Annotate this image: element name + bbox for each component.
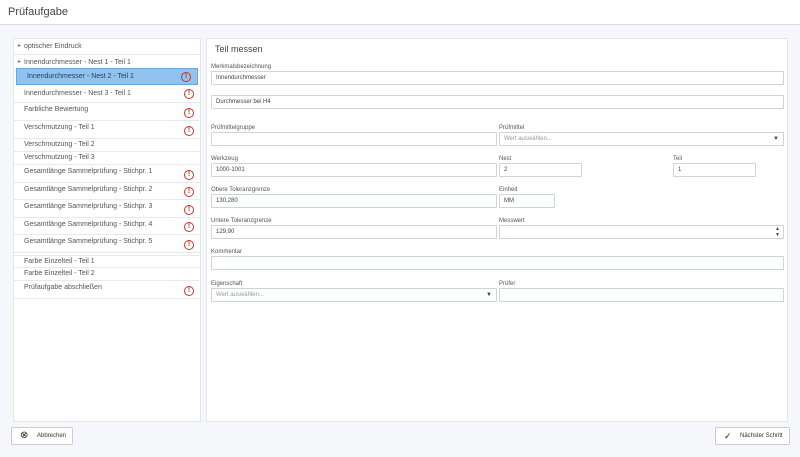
nest-label: Nest	[499, 156, 512, 162]
list-item-label: Gesamtlänge Sammelprüfung - Stichpr. 1	[24, 168, 153, 175]
list-item-label: Innendurchmesser - Nest 2 - Teil 1	[27, 73, 134, 80]
warning-circle-icon: !	[184, 89, 194, 99]
list-item[interactable]: Gesamtlänge Sammelprüfung - Stichpr. 4 !	[14, 218, 200, 235]
warning-circle-icon: !	[184, 205, 194, 215]
pruefmittel-label: Prüfmittel	[499, 125, 525, 131]
warning-circle-icon: !	[184, 187, 194, 197]
warning-circle-icon: !	[184, 286, 194, 296]
list-item[interactable]: Gesamtlänge Sammelprüfung - Stichpr. 2 !	[14, 183, 200, 200]
next-step-button[interactable]: ✓ Nächster Schritt	[715, 427, 790, 445]
title-bar: Prüfaufgabe	[0, 0, 800, 25]
eigenschaft-label: Eigenschaft	[211, 281, 243, 287]
kommentar-field[interactable]	[211, 256, 784, 270]
list-item[interactable]: Prüfaufgabe abschließen !	[14, 281, 200, 299]
pruefmittelgruppe-field[interactable]	[211, 132, 497, 146]
list-item-label: Innendurchmesser - Nest 3 - Teil 1	[24, 90, 131, 97]
pruefmittelgruppe-label: Prüfmittelgruppe	[211, 125, 256, 131]
form-title: Teil messen	[215, 44, 263, 54]
cancel-circle-icon: ⊗	[20, 430, 29, 441]
warning-circle-icon: !	[184, 222, 194, 232]
list-item-label: Farbliche Bewertung	[24, 106, 89, 113]
pruefer-label: Prüfer	[499, 281, 516, 287]
pruefer-field[interactable]	[499, 288, 784, 302]
list-item-label: Verschmutzung - Teil 1	[24, 124, 95, 131]
warning-circle-icon: !	[184, 240, 194, 250]
list-item-label: Farbe Einzelteil - Teil 2	[24, 270, 95, 277]
list-item-label: Verschmutzung - Teil 3	[24, 154, 95, 161]
warning-circle-icon: !	[184, 170, 194, 180]
einheit-field[interactable]: MM	[499, 194, 555, 208]
warning-circle-icon: !	[181, 72, 191, 82]
list-item[interactable]: Verschmutzung - Teil 2	[14, 139, 200, 152]
list-item[interactable]: Farbe Einzelteil - Teil 1	[14, 255, 200, 268]
list-item[interactable]: Verschmutzung - Teil 3	[14, 152, 200, 165]
number-stepper-icon[interactable]: ▲ ▼	[775, 226, 780, 238]
list-item-label: Farbe Einzelteil - Teil 1	[24, 258, 95, 265]
messwert-input[interactable]: ▲ ▼	[499, 225, 784, 239]
list-item[interactable]: Gesamtlänge Sammelprüfung - Stichpr. 3 !	[14, 200, 200, 218]
list-item-label: Gesamtlänge Sammelprüfung - Stichpr. 5	[24, 238, 153, 245]
merkmal-field[interactable]: Innendurchmesser	[211, 71, 784, 85]
eigenschaft-select[interactable]: Wert auswählen... ▼	[211, 288, 497, 302]
list-item[interactable]: Farbliche Bewertung !	[14, 103, 200, 121]
chevron-right-icon: ▸	[18, 43, 22, 49]
obere-toleranzgrenze-field[interactable]: 130,280	[211, 194, 497, 208]
list-item[interactable]: Gesamtlänge Sammelprüfung - Stichpr. 1 !	[14, 165, 200, 183]
task-step-list: ▸ optischer Eindruck ▸ Innendurchmesser …	[13, 38, 201, 422]
list-item[interactable]: Verschmutzung - Teil 1 !	[14, 121, 200, 139]
warning-circle-icon: !	[184, 126, 194, 136]
untere-toleranzgrenze-field[interactable]: 129,90	[211, 225, 497, 239]
list-item-label: Gesamtlänge Sammelprüfung - Stichpr. 3	[24, 203, 153, 210]
obere-toleranzgrenze-label: Obere Toleranzgrenze	[211, 187, 271, 193]
list-item-label: Gesamtlänge Sammelprüfung - Stichpr. 2	[24, 186, 153, 193]
warning-circle-icon: !	[184, 108, 194, 118]
werkzeug-label: Werkzeug	[211, 156, 238, 162]
untere-toleranzgrenze-label: Untere Toleranzgrenze	[211, 218, 272, 224]
teil-label: Teil	[673, 156, 683, 162]
list-item-label: Gesamtlänge Sammelprüfung - Stichpr. 4	[24, 221, 153, 228]
checkmark-icon: ✓	[724, 431, 732, 441]
chevron-down-icon: ▼	[486, 292, 492, 298]
merkmal-description-field[interactable]: Durchmesser bei H4	[211, 95, 784, 109]
nest-field[interactable]: 2	[499, 163, 582, 177]
messwert-label: Messwert	[499, 218, 525, 224]
list-item[interactable]: Farbe Einzelteil - Teil 2	[14, 268, 200, 281]
measurement-form: Teil messen Merkmalsbezeichnung Innendur…	[206, 38, 788, 422]
chevron-down-icon: ▼	[773, 136, 779, 142]
pruefmittel-select[interactable]: Wert auswählen... ▼	[499, 132, 784, 146]
merkmal-label: Merkmalsbezeichnung	[211, 64, 272, 70]
list-item-selected[interactable]: Innendurchmesser - Nest 2 - Teil 1 !	[16, 68, 198, 85]
list-item[interactable]: ▸ optischer Eindruck	[14, 39, 200, 55]
list-item-label: Prüfaufgabe abschließen	[24, 284, 102, 291]
cancel-button[interactable]: ⊗ Abbrechen	[11, 427, 73, 445]
list-item[interactable]: Gesamtlänge Sammelprüfung - Stichpr. 5 !	[14, 235, 200, 253]
window-title: Prüfaufgabe	[8, 6, 68, 18]
teil-field[interactable]: 1	[673, 163, 756, 177]
list-item-label: Verschmutzung - Teil 2	[24, 141, 95, 148]
kommentar-label: Kommentar	[211, 249, 243, 255]
list-item-label: Innendurchmesser - Nest 1 - Teil 1	[24, 59, 131, 66]
einheit-label: Einheit	[499, 187, 518, 193]
list-item-label: optischer Eindruck	[24, 43, 82, 50]
werkzeug-field[interactable]: 1000-1001	[211, 163, 497, 177]
list-item[interactable]: Innendurchmesser - Nest 3 - Teil 1 !	[14, 85, 200, 103]
